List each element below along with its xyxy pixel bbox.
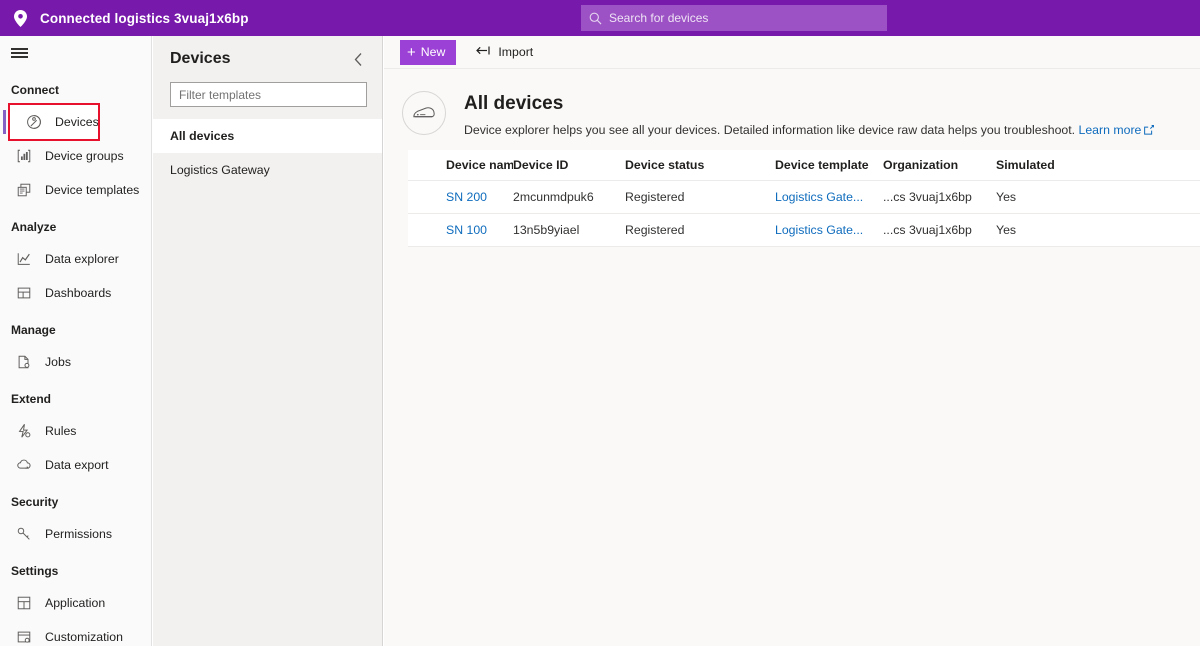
cell-device-name: SN 200 — [408, 190, 513, 204]
panel-item-logistics-gateway[interactable]: Logistics Gateway — [153, 153, 382, 187]
command-toolbar: + New Import — [384, 36, 1200, 69]
cell-simulated: Yes — [996, 223, 1017, 237]
devices-table: Device name Device ID Device status Devi… — [408, 150, 1200, 247]
new-device-label: New — [420, 45, 446, 59]
page-description: Device explorer helps you see all your d… — [464, 123, 1155, 138]
sidebar-item-dashboards[interactable]: Dashboards — [0, 276, 151, 310]
sidebar-item-device-templates[interactable]: Device templates — [0, 173, 151, 207]
sidebar-item-label: Device templates — [45, 183, 140, 197]
sidebar-item-label: Devices — [55, 115, 99, 129]
cell-device-status: Registered — [625, 223, 685, 237]
app-title: Connected logistics 3vuaj1x6bp — [40, 10, 249, 26]
device-template-link[interactable]: Logistics Gate... — [775, 223, 863, 237]
panel-header: Devices — [153, 36, 382, 70]
devices-icon — [24, 112, 44, 132]
sidebar-group-settings: Settings — [11, 564, 59, 578]
plus-icon: + — [407, 43, 416, 61]
global-search-placeholder: Search for devices — [609, 11, 709, 25]
cell-organization: ...cs 3vuaj1x6bp — [883, 190, 972, 204]
cell-device-status: Registered — [625, 190, 685, 204]
table-row[interactable]: SN 100 13n5b9yiael Registered Logistics … — [408, 214, 1200, 247]
cell-simulated: Yes — [996, 190, 1017, 204]
cell-device-id: 2mcunmdpuk6 — [513, 190, 594, 204]
device-templates-icon — [14, 180, 34, 200]
column-header-device-template[interactable]: Device template — [775, 158, 883, 172]
sidebar-item-label: Permissions — [45, 527, 112, 541]
sidebar-item-jobs[interactable]: Jobs — [0, 345, 151, 379]
sidebar-group-analyze: Analyze — [11, 220, 57, 234]
template-list: All devices Logistics Gateway — [153, 119, 382, 187]
sidebar-item-label: Application — [45, 596, 106, 610]
panel-title: Devices — [170, 50, 231, 67]
import-arrow-icon — [476, 43, 491, 61]
location-pin-icon — [0, 0, 40, 36]
sidebar-item-rules[interactable]: Rules — [0, 414, 151, 448]
device-groups-icon — [14, 146, 34, 166]
dashboard-grid-icon — [14, 283, 34, 303]
panel-item-all-devices[interactable]: All devices — [153, 119, 382, 153]
sidebar-group-manage: Manage — [11, 323, 56, 337]
cell-device-id: 13n5b9yiael — [513, 223, 580, 237]
jobs-icon — [14, 352, 34, 372]
sidebar-item-label: Device groups — [45, 149, 124, 163]
import-label: Import — [498, 45, 534, 59]
cell-organization: ...cs 3vuaj1x6bp — [883, 223, 972, 237]
sidebar-item-devices[interactable]: Devices — [3, 103, 100, 141]
filter-templates-wrapper — [153, 70, 382, 107]
column-header-device-name[interactable]: Device name — [408, 158, 513, 172]
customization-icon — [14, 627, 34, 646]
line-chart-icon — [14, 249, 34, 269]
filter-templates-input[interactable] — [170, 82, 367, 107]
cell-device-template: Logistics Gate... — [775, 190, 883, 204]
sidebar-item-permissions[interactable]: Permissions — [0, 517, 151, 551]
main-content: + New Import All devices Device explorer… — [384, 36, 1200, 646]
key-icon — [14, 524, 34, 544]
cell-device-template: Logistics Gate... — [775, 223, 883, 237]
page-description-text: Device explorer helps you see all your d… — [464, 123, 1076, 137]
sidebar-item-data-explorer[interactable]: Data explorer — [0, 242, 151, 276]
import-button[interactable]: Import — [472, 40, 537, 65]
device-hardware-icon — [402, 91, 446, 135]
new-device-button[interactable]: + New — [400, 39, 457, 65]
hamburger-menu-icon[interactable] — [0, 36, 151, 70]
column-header-organization[interactable]: Organization — [883, 158, 996, 172]
sidebar-item-label: Customization — [45, 630, 123, 644]
page-header: All devices Device explorer helps you se… — [384, 69, 1200, 138]
column-header-device-id[interactable]: Device ID — [513, 158, 625, 172]
sidebar-group-security: Security — [11, 495, 59, 509]
table-row[interactable]: SN 200 2mcunmdpuk6 Registered Logistics … — [408, 181, 1200, 214]
column-header-device-status[interactable]: Device status — [625, 158, 775, 172]
rules-icon — [14, 421, 34, 441]
sidebar-item-data-export[interactable]: Data export — [0, 448, 151, 482]
sidebar-item-device-groups[interactable]: Device groups — [0, 139, 151, 173]
sidebar-item-label: Jobs — [45, 355, 71, 369]
sidebar-item-application[interactable]: Application — [0, 586, 151, 620]
page-title: All devices — [464, 93, 564, 114]
sidebar-item-label: Dashboards — [45, 286, 112, 300]
chevron-left-icon[interactable] — [347, 48, 369, 70]
application-icon — [14, 593, 34, 613]
sidebar: Connect Devices Device groups Device tem… — [0, 36, 152, 646]
sidebar-group-connect: Connect — [11, 83, 59, 97]
table-header-row: Device name Device ID Device status Devi… — [408, 150, 1200, 181]
external-link-icon[interactable] — [1144, 124, 1155, 138]
sidebar-group-extend: Extend — [11, 392, 52, 406]
top-bar: Connected logistics 3vuaj1x6bp Search fo… — [0, 0, 1200, 36]
devices-panel: Devices All devices Logistics Gateway — [153, 36, 383, 646]
sidebar-item-label: Rules — [45, 424, 77, 438]
sidebar-item-label: Data explorer — [45, 252, 119, 266]
search-icon — [589, 12, 602, 25]
sidebar-item-customization[interactable]: Customization — [0, 620, 151, 646]
column-header-simulated[interactable]: Simulated — [996, 158, 1086, 172]
cell-device-name: SN 100 — [408, 223, 513, 237]
device-name-link[interactable]: SN 100 — [446, 223, 487, 237]
global-search-input[interactable]: Search for devices — [581, 5, 887, 31]
device-template-link[interactable]: Logistics Gate... — [775, 190, 863, 204]
cloud-export-icon — [14, 455, 34, 475]
sidebar-item-label: Data export — [45, 458, 109, 472]
device-name-link[interactable]: SN 200 — [446, 190, 487, 204]
learn-more-link[interactable]: Learn more — [1079, 123, 1142, 137]
